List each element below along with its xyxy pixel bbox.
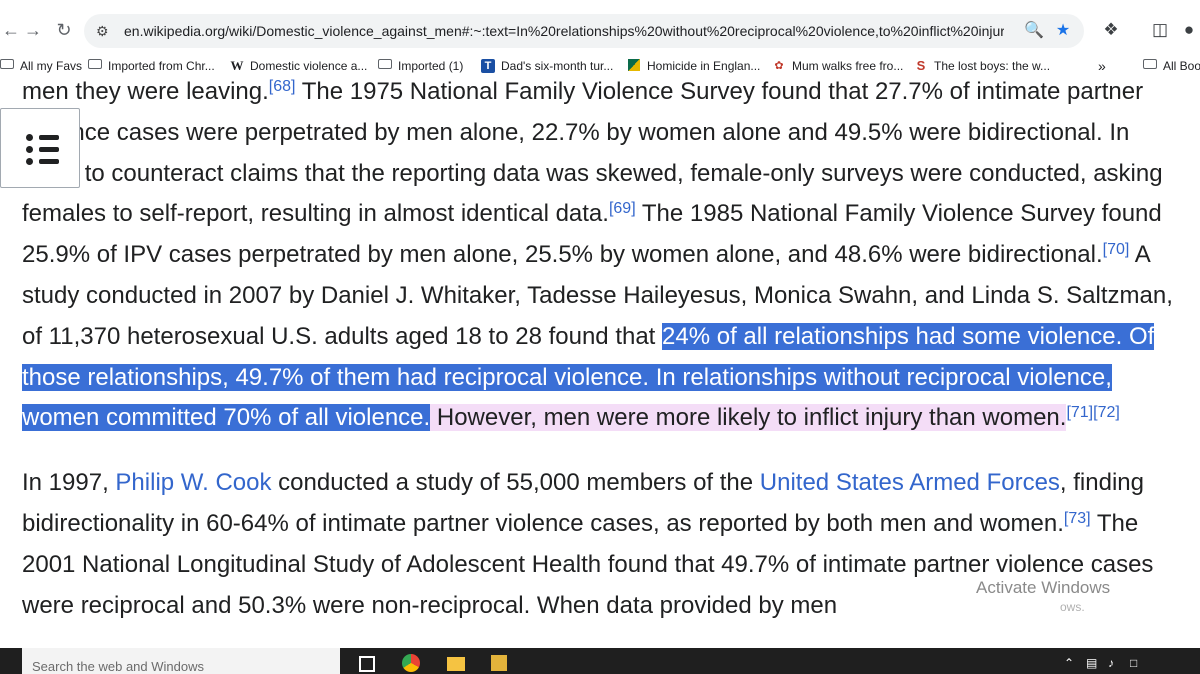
citation-72[interactable]: [72] <box>1093 404 1120 421</box>
site-icon: ✿ <box>774 60 784 72</box>
folder-icon <box>88 59 102 73</box>
zoom-search-icon[interactable]: 🔍 <box>1024 22 1044 40</box>
us-armed-forces-link[interactable]: United States Armed Forces <box>760 469 1060 496</box>
citation-70[interactable]: [70] <box>1103 241 1130 258</box>
tray-network-icon[interactable]: ▤ <box>1086 656 1097 670</box>
store-icon[interactable] <box>488 652 510 674</box>
address-bar[interactable]: ⚙ en.wikipedia.org/wiki/Domestic_violenc… <box>84 14 1084 48</box>
bookmark-imported-from-chrome[interactable]: Imported from Chr... <box>88 58 215 74</box>
bookmark-dads-six-month[interactable]: T Dad's six-month tur... <box>481 58 613 74</box>
taskbar-search-box[interactable]: Search the web and Windows <box>22 648 340 674</box>
bookmark-all-my-favs[interactable]: All my Favs <box>0 58 82 74</box>
page-content: men they were leaving.[68] The 1975 Nati… <box>0 78 1200 648</box>
bookmark-label: Dad's six-month tur... <box>501 59 614 73</box>
activate-windows-watermark: Activate Windows <box>976 578 1111 597</box>
bookmark-star-icon[interactable]: ★ <box>1054 22 1072 40</box>
task-view-icon[interactable] <box>355 652 377 674</box>
times-icon: T <box>481 59 495 73</box>
table-of-contents-button[interactable] <box>0 108 80 188</box>
wikipedia-icon: W <box>230 58 244 73</box>
citation-69[interactable]: [69] <box>609 200 636 217</box>
file-explorer-icon[interactable] <box>445 652 467 674</box>
back-button[interactable]: ← <box>0 19 22 41</box>
bookmarks-bar: All my Favs Imported from Chr... W Domes… <box>0 54 1200 78</box>
bookmark-label: Imported from Chr... <box>108 59 215 73</box>
chrome-icon[interactable] <box>400 652 422 674</box>
windows-taskbar: Search the web and Windows ⌃ ▤ ♪ □ <box>0 648 1200 674</box>
philip-w-cook-link[interactable]: Philip W. Cook <box>115 469 271 496</box>
bookmark-imported-1[interactable]: Imported (1) <box>378 58 463 74</box>
reload-button[interactable]: ↻ <box>53 19 75 41</box>
profile-icon[interactable]: ● <box>1178 19 1200 41</box>
bookmark-label: All Boo <box>1163 59 1200 73</box>
text: In 1997, <box>22 469 116 497</box>
bookmark-mum-walks-free[interactable]: ✿ Mum walks free fro... <box>772 58 903 74</box>
citation-71[interactable]: [71] <box>1066 404 1093 421</box>
folder-icon <box>0 59 14 73</box>
bookmark-domestic-violence[interactable]: W Domestic violence a... <box>230 58 368 74</box>
paragraph: men they were leaving.[68] The 1975 Nati… <box>22 78 1182 439</box>
bookmark-label: The lost boys: the w... <box>934 59 1051 73</box>
folder-icon <box>1143 59 1157 73</box>
scroll-to-text-highlight: However, men were more likely to inflict… <box>430 404 1067 432</box>
address-bar-url[interactable]: en.wikipedia.org/wiki/Domestic_violence_… <box>124 23 1004 39</box>
bookmark-label: Mum walks free fro... <box>792 59 904 73</box>
tray-volume-icon[interactable]: ♪ <box>1108 656 1114 670</box>
paragraph: In 1997, Philip W. Cook conducted a stud… <box>22 463 1182 626</box>
bookmark-label: Domestic violence a... <box>250 59 368 73</box>
activate-windows-subtext: ows. <box>1060 600 1085 614</box>
tray-chevron-icon[interactable]: ⌃ <box>1064 656 1074 670</box>
forward-button[interactable]: → <box>22 19 44 41</box>
side-panel-icon[interactable]: ◫ <box>1149 19 1171 41</box>
bookmark-lost-boys[interactable]: S The lost boys: the w... <box>914 58 1050 74</box>
folder-icon <box>378 59 392 73</box>
article-body: men they were leaving.[68] The 1975 Nati… <box>22 78 1182 626</box>
site-icon <box>627 59 641 73</box>
tray-notification-icon[interactable]: □ <box>1130 656 1137 670</box>
bookmarks-overflow-button[interactable]: » <box>1098 58 1106 74</box>
sun-icon: S <box>916 58 926 73</box>
bookmark-label: Homicide in Englan... <box>647 59 761 73</box>
bookmark-all-bookmarks[interactable]: All Boo <box>1143 58 1200 74</box>
citation-68[interactable]: [68] <box>269 78 296 95</box>
bookmark-homicide-england[interactable]: Homicide in Englan... <box>627 58 760 74</box>
text: men they were leaving. <box>22 78 269 105</box>
browser-toolbar: ← → ↻ ⚙ en.wikipedia.org/wiki/Domestic_v… <box>0 0 1200 54</box>
citation-73[interactable]: [73] <box>1064 510 1091 527</box>
extensions-icon[interactable]: ❖ <box>1100 19 1122 41</box>
bookmark-label: Imported (1) <box>398 59 464 73</box>
bookmark-label: All my Favs <box>20 59 83 73</box>
site-info-icon[interactable]: ⚙ <box>96 22 114 40</box>
text: conducted a study of 55,000 members of t… <box>271 469 760 497</box>
